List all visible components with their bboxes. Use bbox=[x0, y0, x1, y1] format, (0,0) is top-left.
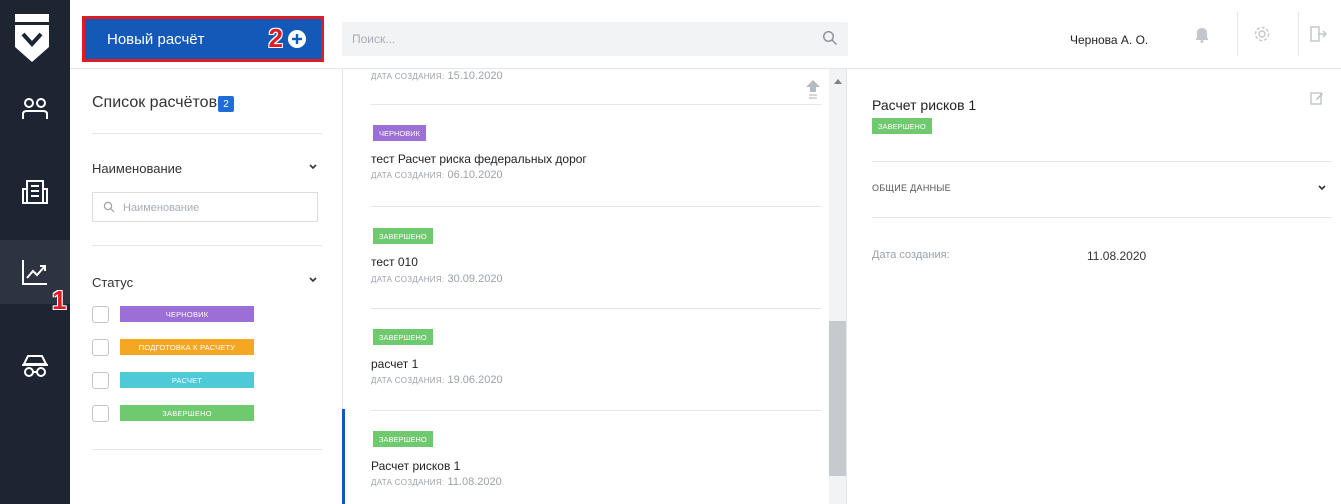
date-value: 30.09.2020 bbox=[447, 273, 503, 285]
scroll-up-arrow-icon[interactable] bbox=[833, 77, 843, 85]
checkbox[interactable] bbox=[92, 405, 109, 422]
bell-icon[interactable] bbox=[1192, 24, 1212, 44]
status-badge: ЧЕРНОВИК bbox=[373, 125, 427, 141]
checkbox[interactable] bbox=[92, 372, 109, 389]
status-badge: ЗАВЕРШЕНО bbox=[373, 329, 433, 345]
app-logo-icon[interactable] bbox=[15, 14, 49, 62]
nav-vehicles[interactable] bbox=[0, 333, 70, 397]
name-filter-input[interactable]: Наименование bbox=[92, 192, 318, 222]
search-placeholder: Поиск... bbox=[352, 32, 396, 46]
count-badge: 2 bbox=[218, 96, 234, 112]
scroll-to-top-icon[interactable] bbox=[805, 79, 821, 101]
annotation-marker-1: 1 bbox=[52, 285, 67, 315]
car-icon bbox=[22, 355, 48, 377]
users-icon bbox=[22, 98, 48, 119]
detail-panel: Расчет рисков 1 ЗАВЕРШЕНО ОБЩИЕ ДАННЫЕ Д… bbox=[846, 69, 1341, 504]
divider bbox=[371, 104, 821, 105]
item-name: расчет 1 bbox=[371, 357, 419, 371]
date-label: ДАТА СОЗДАНИЯ: bbox=[371, 275, 445, 284]
date-label: ДАТА СОЗДАНИЯ: bbox=[371, 171, 445, 180]
search-icon[interactable] bbox=[822, 30, 838, 46]
nav-buildings[interactable] bbox=[0, 160, 70, 224]
building-icon bbox=[22, 180, 48, 204]
chevron-down-icon[interactable] bbox=[308, 162, 318, 172]
divider bbox=[92, 449, 322, 450]
status-badge: ЗАВЕРШЕНО bbox=[373, 228, 433, 244]
date-value: 11.08.2020 bbox=[447, 476, 502, 488]
item-name: тест Расчет риска федеральных дорог bbox=[371, 152, 587, 166]
plus-circle-icon bbox=[288, 30, 306, 48]
calculation-list: ДАТА СОЗДАНИЯ: 15.10.2020 ЧЕРНОВИК тест … bbox=[342, 69, 847, 504]
date-label: ДАТА СОЗДАНИЯ: bbox=[371, 72, 445, 81]
status-tag: ЗАВЕРШЕНО bbox=[120, 405, 254, 421]
item-date: ДАТА СОЗДАНИЯ: 15.10.2020 bbox=[371, 70, 503, 82]
item-name: тест 010 bbox=[371, 255, 418, 269]
search-icon bbox=[103, 201, 115, 213]
selected-item-indicator bbox=[342, 409, 345, 504]
divider bbox=[872, 161, 1332, 162]
new-calculation-button[interactable]: Новый расчёт 2 bbox=[85, 19, 321, 59]
status-tag: ПОДГОТОВКА К РАСЧЕТУ bbox=[120, 339, 254, 355]
detail-title: Расчет рисков 1 bbox=[872, 97, 977, 113]
divider bbox=[92, 245, 322, 246]
item-date: ДАТА СОЗДАНИЯ: 11.08.2020 bbox=[371, 476, 502, 488]
date-value: 15.10.2020 bbox=[447, 70, 503, 82]
creation-date-label: Дата создания: bbox=[872, 249, 950, 261]
logout-icon[interactable] bbox=[1308, 24, 1328, 44]
divider bbox=[92, 133, 322, 134]
item-date: ДАТА СОЗДАНИЯ: 30.09.2020 bbox=[371, 273, 503, 285]
status-badge: ЗАВЕРШЕНО bbox=[373, 431, 433, 447]
name-filter-placeholder: Наименование bbox=[123, 202, 200, 214]
search-input[interactable]: Поиск... bbox=[342, 22, 848, 56]
top-bar: Новый расчёт 2 Поиск... Чернова А. О. bbox=[70, 0, 1341, 69]
divider bbox=[371, 308, 821, 309]
divider bbox=[371, 206, 821, 207]
left-navigation-rail: 1 bbox=[0, 0, 70, 504]
status-badge: ЗАВЕРШЕНО bbox=[872, 118, 932, 134]
checkbox[interactable] bbox=[92, 339, 109, 356]
user-name[interactable]: Чернова А. О. bbox=[1070, 33, 1148, 47]
name-filter-label[interactable]: Наименование bbox=[92, 161, 182, 176]
new-calculation-label: Новый расчёт bbox=[107, 30, 205, 48]
chevron-down-icon[interactable] bbox=[308, 275, 318, 285]
divider bbox=[1298, 12, 1299, 56]
gear-icon[interactable] bbox=[1252, 24, 1272, 44]
date-value: 19.06.2020 bbox=[447, 374, 503, 386]
date-value: 06.10.2020 bbox=[447, 169, 503, 181]
general-data-section[interactable]: ОБЩИЕ ДАННЫЕ bbox=[872, 183, 951, 193]
item-date: ДАТА СОЗДАНИЯ: 19.06.2020 bbox=[371, 374, 503, 386]
status-tag: РАСЧЕТ bbox=[120, 372, 254, 388]
item-date: ДАТА СОЗДАНИЯ: 06.10.2020 bbox=[371, 169, 503, 181]
status-tag: ЧЕРНОВИК bbox=[120, 306, 254, 322]
calculations-list-title: Список расчётов bbox=[92, 94, 218, 111]
checkbox[interactable] bbox=[92, 306, 109, 323]
status-filter-label[interactable]: Статус bbox=[92, 275, 133, 290]
divider bbox=[371, 410, 821, 411]
chevron-down-icon[interactable] bbox=[1317, 183, 1327, 193]
creation-date-value: 11.08.2020 bbox=[1087, 249, 1147, 263]
item-name: Расчет рисков 1 bbox=[371, 459, 461, 473]
chart-trend-icon bbox=[22, 260, 47, 285]
filter-panel: Список расчётов 2 Наименование Наименова… bbox=[70, 69, 342, 504]
scrollbar-thumb[interactable] bbox=[829, 321, 847, 476]
divider bbox=[872, 217, 1332, 218]
divider bbox=[1237, 12, 1238, 56]
nav-users[interactable] bbox=[0, 78, 70, 142]
edit-icon[interactable] bbox=[1310, 91, 1324, 105]
annotation-marker-2: 2 bbox=[268, 23, 283, 53]
date-label: ДАТА СОЗДАНИЯ: bbox=[371, 478, 445, 487]
date-label: ДАТА СОЗДАНИЯ: bbox=[371, 376, 445, 385]
